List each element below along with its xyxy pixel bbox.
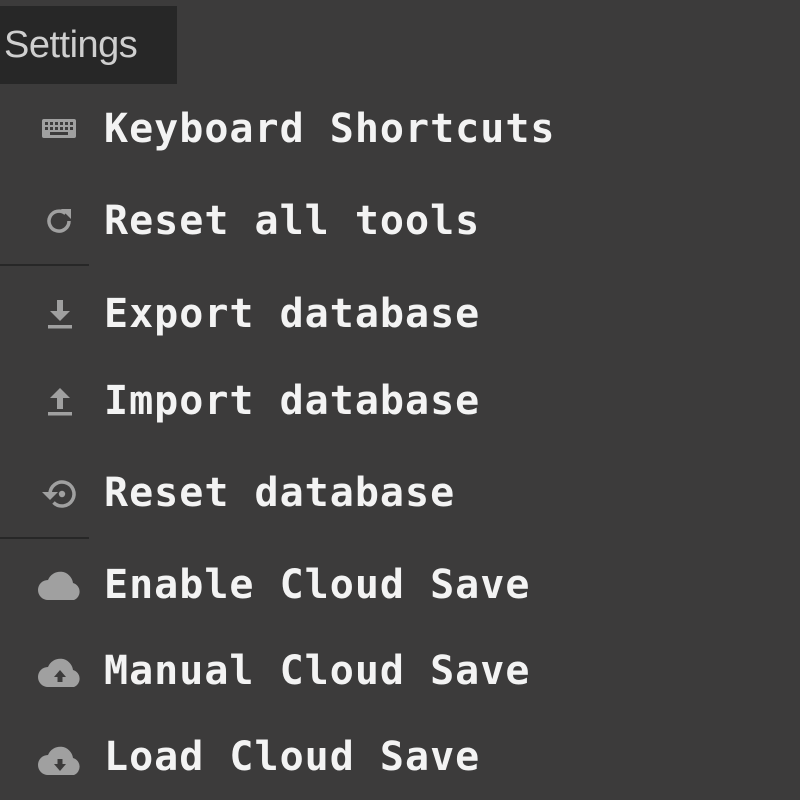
menu-item-reset-database[interactable]: Reset database xyxy=(0,458,800,528)
menu-item-enable-cloud-save[interactable]: Enable Cloud Save xyxy=(0,550,800,620)
keyboard-icon xyxy=(36,111,86,147)
download-icon xyxy=(36,296,86,332)
menu-item-label: Reset all tools xyxy=(104,198,481,244)
settings-title: Settings xyxy=(0,6,177,84)
cloud-upload-icon xyxy=(36,653,86,689)
menu-item-label: Load Cloud Save xyxy=(104,734,481,780)
restore-icon xyxy=(36,475,86,511)
menu-item-label: Export database xyxy=(104,291,481,337)
menu-item-load-cloud-save[interactable]: Load Cloud Save xyxy=(0,722,800,792)
menu-item-label: Reset database xyxy=(104,470,456,516)
upload-icon xyxy=(36,383,86,419)
menu-item-import-database[interactable]: Import database xyxy=(0,366,800,436)
menu-divider xyxy=(0,537,89,539)
menu-item-label: Import database xyxy=(104,378,481,424)
refresh-icon xyxy=(36,203,86,239)
menu-item-label: Enable Cloud Save xyxy=(104,562,531,608)
menu-item-reset-all-tools[interactable]: Reset all tools xyxy=(0,186,800,256)
menu-divider xyxy=(0,264,89,266)
menu-item-manual-cloud-save[interactable]: Manual Cloud Save xyxy=(0,636,800,706)
menu-item-label: Manual Cloud Save xyxy=(104,648,531,694)
cloud-download-icon xyxy=(36,739,86,775)
menu-item-keyboard-shortcuts[interactable]: Keyboard Shortcuts xyxy=(0,94,800,164)
menu-item-export-database[interactable]: Export database xyxy=(0,279,800,349)
menu-item-label: Keyboard Shortcuts xyxy=(104,106,556,152)
cloud-icon xyxy=(36,567,86,603)
